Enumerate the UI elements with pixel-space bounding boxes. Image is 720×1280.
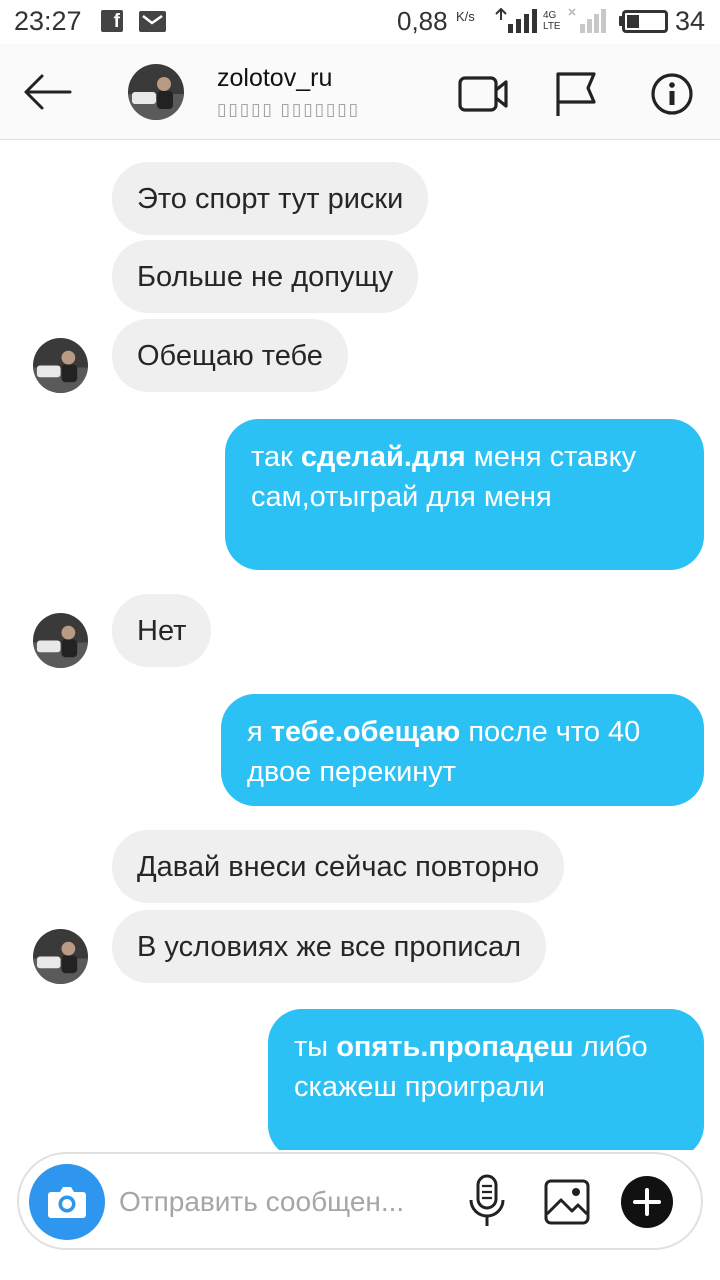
report-button[interactable] [546, 66, 606, 122]
back-button[interactable] [18, 66, 78, 118]
video-call-icon [458, 76, 508, 112]
message-text: сам,отыграй для меня [251, 481, 552, 513]
network-speed: 0,88 [397, 6, 448, 36]
message-text: ты [294, 1031, 337, 1063]
message-text: я [247, 716, 271, 748]
message-composer [17, 1152, 703, 1250]
message-text: меня ставку [465, 441, 637, 473]
more-options-button[interactable] [621, 1176, 673, 1228]
facebook-notification-icon: f [101, 10, 123, 32]
message-text-bold: тебе.обещаю [270, 716, 461, 748]
message-text: двое перекинут [247, 756, 457, 788]
message-input[interactable] [119, 1174, 449, 1230]
microphone-icon [469, 1174, 505, 1226]
video-call-button[interactable] [454, 66, 514, 122]
camera-icon [48, 1187, 86, 1218]
message-incoming[interactable]: Больше не допущу [112, 240, 419, 313]
message-list[interactable]: Это спорт тут риски Больше не допущу Обе… [0, 140, 720, 1150]
chat-header: zolotov_ru ▯▯▯▯▯ ▯▯▯▯▯▯▯ [0, 44, 720, 140]
camera-button[interactable] [29, 1164, 105, 1240]
battery-percent: 34 [675, 6, 706, 36]
message-notification-icon [139, 11, 166, 32]
info-button[interactable] [642, 66, 702, 122]
signal-strength-icon [495, 8, 537, 33]
sender-avatar[interactable] [33, 929, 88, 984]
network-type: 4G LTE [543, 10, 561, 32]
info-icon [651, 73, 693, 115]
sender-avatar[interactable] [33, 338, 88, 393]
message-outgoing[interactable]: ты опять.пропадеш либо скажеш проиграли [268, 1009, 704, 1150]
message-text: после что 40 [460, 716, 641, 748]
message-incoming[interactable]: Это спорт тут риски [112, 162, 429, 235]
message-incoming[interactable]: Нет [112, 594, 212, 667]
message-outgoing[interactable]: так сделай.для меня ставку сам,отыграй дл… [225, 419, 704, 570]
flag-icon [556, 72, 596, 116]
battery-icon [622, 10, 668, 33]
message-text-bold: сделай.для [300, 441, 466, 473]
message-text: скажеш проиграли [294, 1071, 545, 1103]
signal-strength-secondary-icon [568, 8, 606, 33]
sender-avatar[interactable] [33, 613, 88, 668]
message-outgoing[interactable]: я тебе.обещаю после что 40 двое перекинут [221, 694, 704, 806]
contact-username[interactable]: zolotov_ru [217, 64, 332, 93]
back-arrow-icon [24, 74, 72, 110]
status-bar: 23:27 f 0,88 K/s 4G LTE 34 [0, 0, 720, 44]
message-text: либо [573, 1031, 648, 1063]
message-incoming[interactable]: Давай внеси сейчас повторно [112, 830, 565, 903]
plus-icon [633, 1188, 661, 1216]
gallery-button[interactable] [539, 1174, 595, 1230]
message-text-bold: опять.пропадеш [336, 1031, 574, 1063]
contact-avatar[interactable] [128, 64, 184, 120]
battery-fill [627, 15, 639, 28]
message-incoming[interactable]: В условиях же все прописал [112, 910, 547, 983]
network-speed-unit: K/s [456, 9, 475, 24]
contact-status: ▯▯▯▯▯ ▯▯▯▯▯▯▯ [217, 100, 360, 119]
status-time: 23:27 [14, 6, 82, 36]
message-incoming[interactable]: Обещаю тебе [112, 319, 348, 392]
gallery-icon [544, 1179, 590, 1225]
message-text: так [251, 441, 301, 473]
voice-message-button[interactable] [463, 1172, 511, 1232]
